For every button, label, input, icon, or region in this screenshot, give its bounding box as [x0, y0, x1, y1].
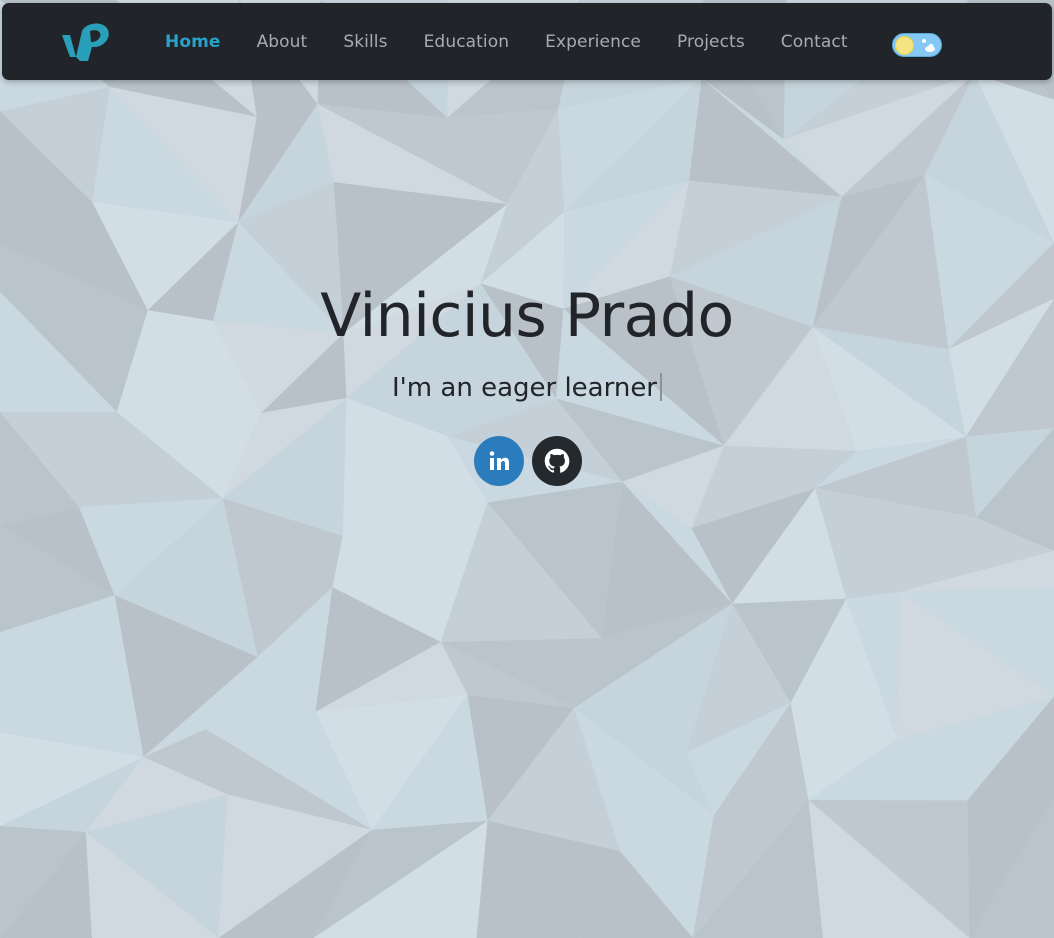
page: Home About Skills Education Experience P… [0, 0, 1054, 938]
nav-education-link[interactable]: Education [406, 32, 528, 52]
nav-projects-link[interactable]: Projects [659, 32, 763, 52]
nav-about-link[interactable]: About [239, 32, 326, 52]
nav-skills-link[interactable]: Skills [325, 32, 405, 52]
hero-tagline: I'm an eager learner [391, 373, 657, 403]
hero-tagline-line: I'm an eager learner [0, 372, 1054, 404]
theme-toggle[interactable] [892, 33, 942, 57]
github-icon [544, 448, 570, 473]
nav-links: Home About Skills Education Experience P… [147, 3, 866, 80]
hero-section: Vinicius Prado I'm an eager learner [0, 280, 1054, 404]
social-links [474, 436, 582, 486]
nav-experience-link[interactable]: Experience [527, 32, 659, 52]
navbar: Home About Skills Education Experience P… [2, 3, 1052, 80]
sun-icon [895, 36, 914, 55]
typing-cursor [660, 373, 662, 401]
linkedin-icon [489, 451, 509, 470]
nav-contact-link[interactable]: Contact [763, 32, 866, 52]
linkedin-button[interactable] [474, 436, 524, 486]
logo-icon[interactable] [60, 21, 114, 67]
hero-name: Vinicius Prado [320, 281, 734, 351]
cloud-icon [922, 39, 935, 52]
github-button[interactable] [532, 436, 582, 486]
nav-home-link[interactable]: Home [147, 32, 239, 52]
